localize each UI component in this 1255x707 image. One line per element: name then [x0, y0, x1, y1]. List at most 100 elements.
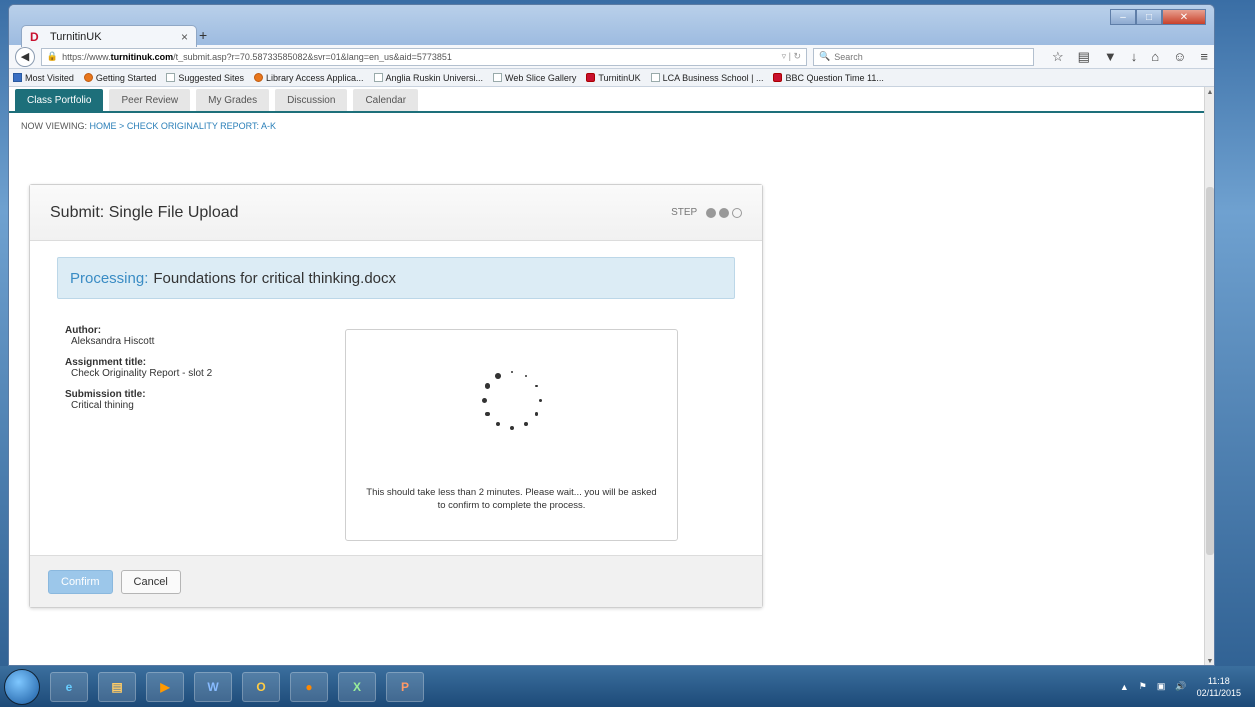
spinner-dot — [481, 397, 487, 403]
start-button[interactable] — [4, 668, 40, 705]
processing-label: Processing: — [70, 269, 149, 287]
folder-icon — [13, 73, 22, 82]
library-icon — [253, 73, 263, 82]
course-nav-tabs: Class Portfolio Peer Review My Grades Di… — [9, 87, 1206, 113]
bookmark-item[interactable]: Suggested Sites — [166, 73, 244, 83]
breadcrumb-home-link[interactable]: HOME — [90, 121, 117, 131]
search-placeholder: Search — [834, 51, 863, 62]
tab-class-portfolio[interactable]: Class Portfolio — [15, 89, 104, 111]
turnitin-icon — [586, 73, 596, 82]
spinner-dot — [524, 374, 528, 377]
turnitin-favicon-icon: D — [30, 29, 39, 44]
url-text: https://www.turnitinuk.com/t_submit.asp?… — [62, 51, 452, 62]
minimize-button[interactable]: – — [1110, 9, 1136, 25]
internet-explorer-icon[interactable]: e — [50, 671, 88, 702]
tab-discussion[interactable]: Discussion — [275, 89, 348, 111]
breadcrumb: NOW VIEWING: HOME > CHECK ORIGINALITY RE… — [9, 113, 1206, 139]
title-bar: D TurnitinUK × + – □ ✕ — [9, 5, 1214, 47]
page-icon — [493, 73, 503, 82]
step-indicator: STEP — [671, 207, 742, 218]
browser-window: D TurnitinUK × + – □ ✕ ◀ 🔒 https://www.t… — [8, 4, 1215, 666]
spinner-dot — [524, 422, 528, 427]
page-icon — [373, 73, 383, 82]
bookmark-item[interactable]: LCA Business School | ... — [650, 73, 763, 83]
reload-icon[interactable]: ▿ | ↻ — [782, 51, 801, 62]
navigation-bar: ◀ 🔒 https://www.turnitinuk.com/t_submit.… — [9, 45, 1214, 69]
lock-icon: 🔒 — [46, 51, 59, 61]
bookmark-item[interactable]: BBC Question Time 11... — [773, 73, 884, 83]
page-icon — [166, 73, 176, 82]
clock-time: 11:18 — [1207, 675, 1230, 686]
volume-icon[interactable]: 🔊 — [1175, 681, 1186, 692]
home-icon[interactable]: ⌂ — [1151, 49, 1159, 65]
bookmark-item[interactable]: Most Visited — [13, 73, 74, 83]
outlook-icon[interactable]: O — [242, 671, 280, 702]
author-label: Author: — [65, 325, 102, 336]
bookmark-item[interactable]: Library Access Applica... — [253, 73, 364, 83]
spinner-dot — [495, 422, 501, 427]
breadcrumb-current[interactable]: CHECK ORIGINALITY REPORT: A-K — [127, 121, 276, 131]
youtube-icon — [773, 73, 783, 82]
spinner-dot — [511, 371, 514, 373]
bookmark-star-icon[interactable]: ☆ — [1052, 49, 1064, 65]
toolbar-icons: ☆ ▤ ▼ ↓ ⌂ ☺ ≡ — [1052, 49, 1208, 65]
network-icon[interactable]: ▣ — [1157, 681, 1166, 692]
step-dot — [732, 207, 742, 218]
download-icon[interactable]: ↓ — [1131, 49, 1138, 65]
spinner-dot — [534, 412, 538, 416]
tab-my-grades[interactable]: My Grades — [196, 89, 270, 111]
bookmark-item[interactable]: Anglia Ruskin Universi... — [373, 73, 483, 83]
new-tab-button[interactable]: + — [199, 27, 207, 43]
step-dot — [719, 207, 729, 218]
submission-details: Author: Aleksandra Hiscott Assignment ti… — [65, 325, 212, 421]
search-box[interactable]: 🔍 Search — [813, 47, 1034, 66]
excel-icon[interactable]: X — [338, 671, 376, 702]
word-icon[interactable]: W — [194, 671, 232, 702]
scrollbar-thumb[interactable] — [1206, 187, 1214, 555]
assignment-title-label: Assignment title: — [65, 357, 147, 368]
confirm-button[interactable]: Confirm — [48, 569, 113, 594]
browser-tab[interactable]: D TurnitinUK × — [21, 25, 197, 47]
submission-card: Submit: Single File Upload STEP Processi… — [29, 184, 763, 608]
search-icon: 🔍 — [819, 51, 831, 61]
clock[interactable]: 11:18 02/11/2015 — [1197, 675, 1241, 699]
system-tray: ▲ ⚑ ▣ 🔊 11:18 02/11/2015 — [1120, 666, 1241, 707]
powerpoint-icon[interactable]: P — [386, 671, 424, 702]
pocket-icon[interactable]: ▼ — [1104, 49, 1117, 65]
bookmark-item[interactable]: Getting Started — [83, 73, 156, 83]
scroll-down-arrow-icon[interactable]: ▼ — [1205, 658, 1214, 665]
scroll-up-arrow-icon[interactable]: ▲ — [1205, 89, 1214, 96]
hello-chat-icon[interactable]: ☺ — [1173, 49, 1186, 65]
bookmarks-toolbar: Most Visited Getting Started Suggested S… — [9, 69, 1214, 87]
file-explorer-icon[interactable]: ▤ — [98, 671, 136, 702]
spinner-dot — [485, 411, 491, 417]
maximize-button[interactable]: □ — [1136, 9, 1162, 25]
cancel-button[interactable]: Cancel — [120, 569, 181, 594]
clock-date: 02/11/2015 — [1196, 687, 1241, 698]
spinner-dot — [534, 384, 538, 388]
media-player-icon[interactable]: ▶ — [146, 671, 184, 702]
address-bar[interactable]: 🔒 https://www.turnitinuk.com/t_submit.as… — [40, 47, 808, 66]
menu-icon[interactable]: ≡ — [1200, 49, 1208, 65]
action-center-flag-icon[interactable]: ⚑ — [1139, 681, 1147, 692]
page-scrollbar[interactable]: ▲ ▼ — [1204, 87, 1214, 665]
tab-calendar[interactable]: Calendar — [353, 89, 419, 111]
spinner-dot — [495, 372, 501, 379]
show-hidden-icons-icon[interactable]: ▲ — [1120, 682, 1129, 692]
tab-peer-review[interactable]: Peer Review — [109, 89, 191, 111]
back-button[interactable]: ◀ — [15, 46, 35, 67]
firefox-icon[interactable]: ● — [290, 671, 328, 702]
spinner-dot — [510, 426, 515, 430]
bookmark-item[interactable]: TurnitinUK — [586, 73, 641, 83]
spinner-dot — [538, 398, 542, 402]
spinner-dot — [485, 383, 491, 389]
processing-filename: Foundations for critical thinking.docx — [153, 269, 396, 287]
reading-list-icon[interactable]: ▤ — [1078, 49, 1090, 65]
breadcrumb-prefix: NOW VIEWING: — [21, 121, 87, 131]
bookmark-item[interactable]: Web Slice Gallery — [493, 73, 576, 83]
close-window-button[interactable]: ✕ — [1162, 9, 1206, 25]
page-title: Submit: Single File Upload — [50, 203, 239, 221]
step-dot — [706, 207, 716, 218]
close-tab-icon[interactable]: × — [181, 30, 188, 44]
processing-banner: Processing: Foundations for critical thi… — [57, 257, 735, 299]
